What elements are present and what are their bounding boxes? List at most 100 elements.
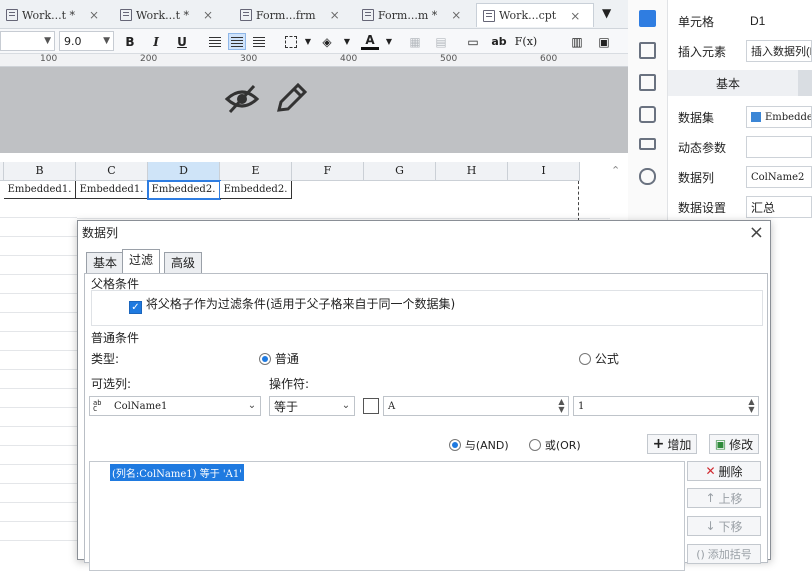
operator-select[interactable]: 等于 ⌄ (269, 396, 355, 416)
fill-color-dropdown[interactable]: ▼ (338, 33, 356, 50)
column-select-value: ColName1 (114, 400, 168, 412)
cell-d1[interactable]: Embedded2. (147, 180, 221, 200)
report-icon (483, 9, 495, 22)
document-tab-4[interactable]: Form...m * × (356, 3, 472, 27)
column-header-i[interactable]: I (508, 162, 580, 181)
insert-element-select[interactable]: 插入数据列(D (746, 40, 812, 62)
insert-bar-icon[interactable]: ▭ (464, 33, 482, 50)
edit-icon: ▣ (714, 437, 727, 451)
document-tab-2[interactable]: Work...t * × (114, 3, 230, 27)
align-right-icon (253, 36, 265, 47)
close-icon[interactable]: × (749, 223, 764, 243)
font-size-select[interactable]: 9.0 ▼ (59, 31, 114, 51)
condition-list-item[interactable]: (列名:ColName1) 等于 'A1' (110, 464, 244, 481)
align-left-icon (209, 36, 221, 47)
hyperlink-icon[interactable] (639, 168, 656, 185)
column-header-b[interactable]: B (4, 162, 76, 181)
border-dropdown[interactable]: ▼ (299, 33, 317, 50)
close-icon[interactable]: × (89, 8, 99, 22)
dataset-select[interactable]: Embedded (746, 106, 812, 128)
grid-rows (0, 199, 77, 553)
cell-label: 单元格 (678, 14, 715, 29)
type-formula-radio[interactable]: 公式 (579, 350, 619, 367)
border-button[interactable] (282, 33, 300, 50)
underline-button[interactable]: U (173, 33, 191, 50)
scroll-up-icon[interactable]: ⌃ (611, 164, 620, 177)
dynamic-param-row: 动态参数 (668, 134, 812, 160)
widget-settings-icon[interactable] (639, 74, 656, 91)
close-icon[interactable]: × (203, 8, 213, 22)
font-color-button[interactable]: A (361, 33, 379, 50)
cell-property-icon[interactable] (639, 10, 656, 27)
cell-value[interactable]: D1 (746, 10, 812, 32)
value-field-a[interactable]: A ▲ ▼ (383, 396, 569, 416)
report-icon (120, 9, 132, 21)
column-header-e[interactable]: E (220, 162, 292, 181)
column-select[interactable]: ab C ColName1 ⌄ (89, 396, 261, 416)
value-type-icon[interactable] (363, 398, 379, 414)
modify-condition-button[interactable]: ▣ 修改 (709, 434, 759, 454)
parent-filter-checkbox[interactable]: ✓ 将父格子作为过滤条件(适用于父子格来自于同一个数据集) (129, 295, 455, 314)
column-header-g[interactable]: G (364, 162, 436, 181)
tab-filter[interactable]: 过滤 (122, 249, 161, 274)
tab-advanced[interactable]: 高级 (164, 252, 203, 274)
document-tab-1[interactable]: Work...t * × (0, 3, 110, 27)
bold-button[interactable]: B (121, 33, 139, 50)
tab-basic[interactable]: 基本 (716, 75, 740, 92)
data-setting-select[interactable]: 汇总 (746, 196, 812, 218)
data-column-select[interactable]: ColName2 (746, 166, 812, 188)
cell-b1[interactable]: Embedded1. (4, 181, 76, 199)
document-tab-3[interactable]: Form...frm × (234, 3, 352, 27)
formula-button[interactable]: F(x) (514, 33, 538, 50)
tab-other[interactable] (798, 70, 812, 96)
and-radio[interactable]: 与(AND) (449, 437, 509, 453)
tab-list-menu-icon[interactable]: ▼ (602, 6, 611, 20)
dataset-value: Embedded (765, 111, 811, 123)
text-button[interactable]: ab (490, 33, 508, 50)
italic-button[interactable]: I (147, 33, 165, 50)
type-normal-radio[interactable]: 普通 (259, 350, 299, 367)
column-header-h[interactable]: H (436, 162, 508, 181)
unmerge-cells-icon[interactable]: ▤ (432, 33, 450, 50)
value-field-1[interactable]: 1 ▲ ▼ (573, 396, 759, 416)
add-bracket-button[interactable]: () 添加括号 (687, 544, 761, 564)
condition-list[interactable]: (列名:ColName1) 等于 'A1' (89, 461, 685, 571)
cell-element-icon[interactable] (639, 42, 656, 59)
pencil-edit-icon[interactable] (274, 83, 308, 115)
close-icon[interactable]: × (330, 8, 340, 22)
dialog-title: 数据列 (82, 226, 119, 240)
cell-e1[interactable]: Embedded2. (220, 181, 292, 199)
modify-label: 修改 (729, 437, 754, 452)
add-condition-button[interactable]: + 增加 (647, 434, 697, 454)
dynamic-param-label: 动态参数 (678, 140, 727, 155)
image-icon[interactable]: ▣ (595, 33, 613, 50)
list-icon[interactable] (639, 138, 656, 150)
align-right-button[interactable] (250, 33, 268, 50)
column-header-f[interactable]: F (292, 162, 364, 181)
move-down-button[interactable]: ↓ 下移 (687, 516, 761, 536)
cell-c1[interactable]: Embedded1. (76, 181, 148, 199)
spin-down-icon[interactable]: ▼ (556, 406, 567, 414)
dynamic-param-field[interactable] (746, 136, 812, 158)
column-header-c[interactable]: C (76, 162, 148, 181)
merge-cells-icon[interactable]: ▦ (406, 33, 424, 50)
move-up-button[interactable]: ↑ 上移 (687, 488, 761, 508)
or-radio[interactable]: 或(OR) (529, 437, 581, 453)
align-left-button[interactable] (206, 33, 224, 50)
condition-icon[interactable] (639, 106, 656, 123)
font-color-dropdown[interactable]: ▼ (380, 33, 398, 50)
close-icon[interactable]: × (570, 9, 580, 23)
column-header-d[interactable]: D (148, 162, 220, 181)
document-tab-5[interactable]: Work...cpt × (476, 3, 594, 27)
hide-eye-icon[interactable] (224, 83, 260, 115)
close-icon[interactable]: × (451, 8, 461, 22)
tab-basic[interactable]: 基本 (86, 252, 125, 274)
spin-down-icon[interactable]: ▼ (746, 406, 757, 414)
font-family-select[interactable]: ▼ (0, 31, 55, 51)
fill-color-button[interactable]: ◈ (318, 33, 336, 50)
tab-label: Work...t * (136, 8, 190, 22)
delete-button[interactable]: ✕ 删除 (687, 461, 761, 481)
radio-unselected-icon (529, 439, 541, 451)
align-center-button[interactable] (228, 33, 246, 50)
chart-icon[interactable]: ▥ (568, 33, 586, 50)
